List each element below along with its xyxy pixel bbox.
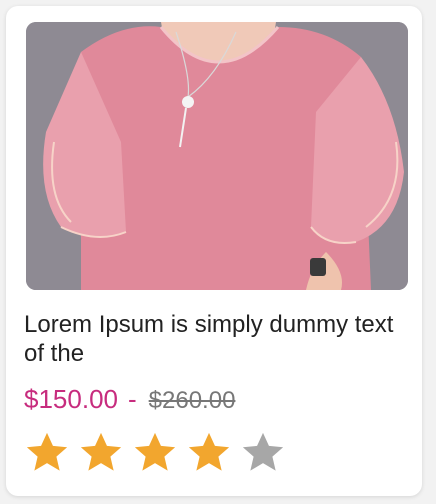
price-separator: - xyxy=(127,384,137,414)
star-empty-icon[interactable] xyxy=(240,430,286,476)
product-card[interactable]: Lorem Ipsum is simply dummy text of the … xyxy=(6,6,422,496)
star-rating[interactable] xyxy=(24,430,286,476)
star-filled-icon[interactable] xyxy=(132,430,178,476)
star-filled-icon[interactable] xyxy=(78,430,124,476)
sale-price: $150.00 xyxy=(24,384,118,414)
product-title[interactable]: Lorem Ipsum is simply dummy text of the xyxy=(24,310,414,368)
star-filled-icon[interactable] xyxy=(186,430,232,476)
price-row: $150.00 - $260.00 xyxy=(24,384,235,415)
product-image[interactable] xyxy=(26,22,408,290)
blouse-photo-icon xyxy=(26,22,408,290)
original-price: $260.00 xyxy=(148,387,236,414)
star-filled-icon[interactable] xyxy=(24,430,70,476)
